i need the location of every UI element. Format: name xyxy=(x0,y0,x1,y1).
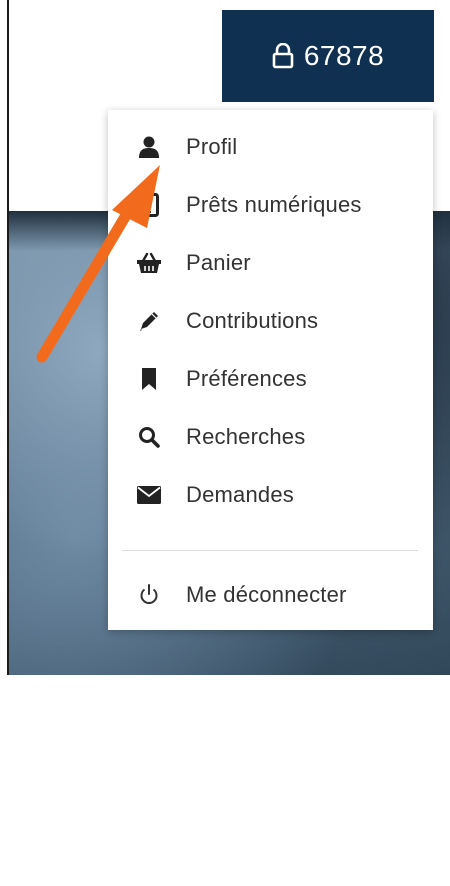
search-icon xyxy=(136,424,162,450)
menu-item-profil[interactable]: Profil xyxy=(108,124,433,170)
bookmark-icon xyxy=(136,366,162,392)
menu-item-prets-numeriques[interactable]: Prêts numériques xyxy=(108,182,433,228)
account-number: 67878 xyxy=(303,40,385,71)
user-icon xyxy=(136,134,162,160)
menu-item-label: Demandes xyxy=(186,482,294,507)
menu-item-label: Recherches xyxy=(186,424,306,449)
power-icon xyxy=(136,582,162,608)
menu-item-contributions[interactable]: Contributions xyxy=(108,298,433,344)
menu-item-demandes[interactable]: Demandes xyxy=(108,472,433,518)
account-button[interactable]: 67878 xyxy=(222,10,434,102)
envelope-icon xyxy=(136,482,162,508)
menu-divider xyxy=(122,550,418,551)
page-edge xyxy=(0,0,9,675)
menu-item-label: Prêts numériques xyxy=(186,192,362,217)
menu-item-label: Me déconnecter xyxy=(186,582,347,607)
menu-item-label: Contributions xyxy=(186,308,319,333)
pencil-icon xyxy=(136,308,162,334)
menu-item-preferences[interactable]: Préférences xyxy=(108,356,433,402)
lock-icon xyxy=(272,43,294,69)
menu-item-label: Profil xyxy=(186,134,238,159)
tablet-icon xyxy=(136,192,162,218)
menu-item-panier[interactable]: Panier xyxy=(108,240,433,286)
menu-item-logout[interactable]: Me déconnecter xyxy=(108,572,433,618)
menu-item-label: Panier xyxy=(186,250,251,275)
basket-icon xyxy=(136,250,162,276)
menu-item-recherches[interactable]: Recherches xyxy=(108,414,433,460)
account-dropdown-menu: Profil Prêts numériques Panier Contribut… xyxy=(108,110,433,630)
menu-item-label: Préférences xyxy=(186,366,307,391)
